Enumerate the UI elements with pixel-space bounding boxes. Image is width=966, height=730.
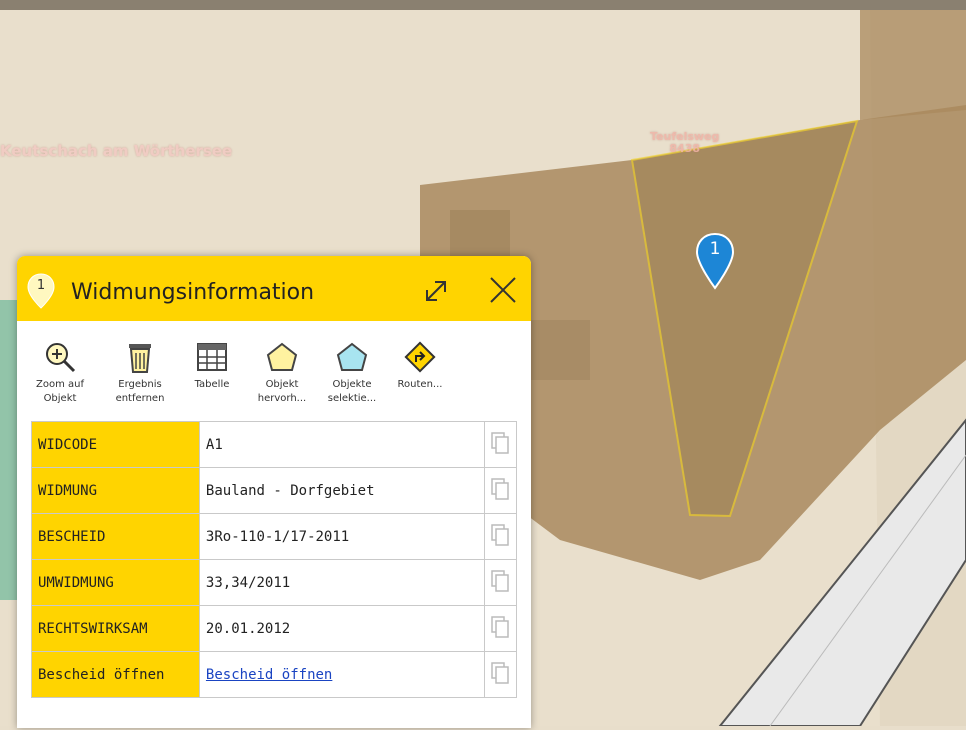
zoom-in-icon	[46, 343, 76, 373]
highlight-polygon-icon	[266, 342, 298, 371]
row-key: Bescheid öffnen	[31, 651, 200, 698]
copy-button[interactable]	[483, 513, 518, 560]
trash-icon	[129, 344, 151, 373]
tool-label: Zoom auf Objekt	[36, 379, 84, 404]
info-popup: 1 Widmungsinformation Zoom auf Objekt Er…	[17, 256, 531, 728]
table-row: WIDCODE A1	[31, 421, 518, 468]
row-value: 33,34/2011	[198, 559, 485, 606]
tool-label: Tabelle	[194, 379, 230, 390]
row-key: RECHTSWIRKSAM	[31, 605, 200, 652]
route-icon	[404, 341, 436, 373]
tool-label: Ergebnis entfernen	[115, 379, 165, 404]
tool-label: Objekt hervorh...	[257, 379, 307, 404]
tool-label: Routen...	[397, 379, 443, 390]
copy-icon	[491, 431, 510, 454]
row-value: Bescheid öffnen	[198, 651, 485, 698]
copy-icon	[491, 569, 510, 592]
copy-button[interactable]	[483, 651, 518, 698]
table-row: Bescheid öffnen Bescheid öffnen	[31, 651, 518, 698]
table-icon	[197, 343, 227, 371]
table-button[interactable]: Tabelle	[181, 340, 243, 392]
row-key: UMWIDMUNG	[31, 559, 200, 606]
popup-header: 1 Widmungsinformation	[17, 256, 531, 321]
parcel-label: Teufelsweg 8438	[650, 130, 720, 155]
copy-button[interactable]	[483, 467, 518, 514]
row-value: 3Ro-110-1/17-2011	[198, 513, 485, 560]
popup-title: Widmungsinformation	[71, 280, 315, 305]
copy-icon	[491, 477, 510, 500]
copy-icon	[491, 615, 510, 638]
route-button[interactable]: Routen...	[389, 340, 451, 392]
popup-marker-number: 1	[36, 278, 46, 293]
row-key: BESCHEID	[31, 513, 200, 560]
table-row: UMWIDMUNG 33,34/2011	[31, 559, 518, 606]
copy-icon	[491, 523, 510, 546]
marker-number: 1	[709, 239, 721, 259]
remove-result-button[interactable]: Ergebnis entfernen	[109, 340, 171, 406]
open-notice-link[interactable]: Bescheid öffnen	[206, 667, 332, 683]
close-icon[interactable]	[487, 274, 519, 306]
popup-toolbar: Zoom auf Objekt Ergebnis entfernen Tabel…	[17, 340, 531, 420]
zoom-to-object-button[interactable]: Zoom auf Objekt	[29, 340, 91, 406]
attribute-table: WIDCODE A1 WIDMUNG Bauland - Dorfgebiet …	[31, 421, 518, 698]
highlight-object-button[interactable]: Objekt hervorh...	[251, 340, 313, 406]
copy-icon	[491, 661, 510, 684]
map-marker[interactable]: 1	[695, 232, 735, 290]
row-value: Bauland - Dorfgebiet	[198, 467, 485, 514]
copy-button[interactable]	[483, 559, 518, 606]
table-row: BESCHEID 3Ro-110-1/17-2011	[31, 513, 518, 560]
copy-button[interactable]	[483, 605, 518, 652]
select-polygon-icon	[336, 342, 368, 371]
expand-icon[interactable]	[421, 276, 451, 306]
place-label: Keutschach am Wörthersee	[0, 142, 233, 160]
table-row: WIDMUNG Bauland - Dorfgebiet	[31, 467, 518, 514]
row-key: WIDCODE	[31, 421, 200, 468]
row-key: WIDMUNG	[31, 467, 200, 514]
table-row: RECHTSWIRKSAM 20.01.2012	[31, 605, 518, 652]
row-value: A1	[198, 421, 485, 468]
copy-button[interactable]	[483, 421, 518, 468]
select-objects-button[interactable]: Objekte selektie...	[321, 340, 383, 406]
row-value: 20.01.2012	[198, 605, 485, 652]
tool-label: Objekte selektie...	[327, 379, 377, 404]
